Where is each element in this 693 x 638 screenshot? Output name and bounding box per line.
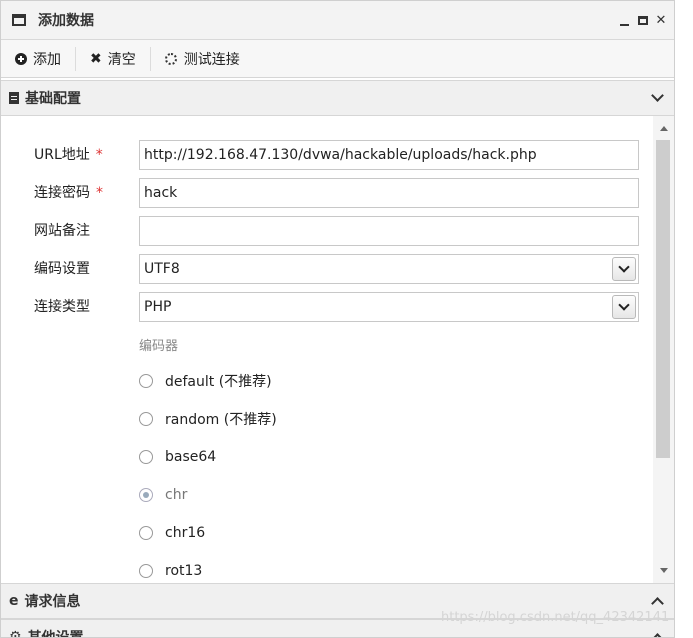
add-data-window: 添加数据 ✕ 添加 ✖ 清空 测试连接 基础配置 URL地址 * http://… xyxy=(0,0,675,638)
title-bar: 添加数据 ✕ xyxy=(1,1,674,40)
watermark: https://blog.csdn.net/qq_42342141 xyxy=(441,610,670,625)
basic-config-panel: URL地址 * http://192.168.47.130/dvwa/hackab… xyxy=(1,116,653,583)
close-button[interactable]: ✕ xyxy=(654,13,668,28)
radio-button[interactable] xyxy=(139,374,153,388)
chevron-down-icon[interactable] xyxy=(612,257,636,281)
required-mark: * xyxy=(95,147,103,163)
encoder-option-chr[interactable]: chr xyxy=(139,483,187,507)
note-input[interactable] xyxy=(139,216,639,246)
encoder-option-label: rot13 xyxy=(165,563,203,579)
password-row: 连接密码 * hack xyxy=(1,178,653,208)
chevron-down-icon[interactable] xyxy=(612,295,636,319)
radio-button[interactable] xyxy=(139,450,153,464)
encoding-value: UTF8 xyxy=(144,261,180,277)
encoding-label: 编码设置 xyxy=(34,261,90,277)
encoder-option-base64[interactable]: base64 xyxy=(139,445,216,469)
plus-circle-icon xyxy=(15,52,27,65)
section-title-request: 请求信息 xyxy=(24,594,81,610)
section-title-basic: 基础配置 xyxy=(25,91,81,107)
type-label: 连接类型 xyxy=(34,299,90,315)
encoder-option-label: default (不推荐) xyxy=(165,374,272,390)
encoder-option-label: random (不推荐) xyxy=(165,412,277,428)
clear-button-label: 清空 xyxy=(107,51,136,68)
encoder-option-label: chr xyxy=(165,487,188,503)
encoder-option-default[interactable]: default (不推荐) xyxy=(139,369,272,393)
section-title-other: 其他设置 xyxy=(27,630,84,638)
note-label: 网站备注 xyxy=(34,223,90,239)
test-connection-button[interactable]: 测试连接 xyxy=(151,40,254,77)
encoding-select[interactable]: UTF8 xyxy=(139,254,639,284)
test-connection-label: 测试连接 xyxy=(183,51,240,68)
url-label: URL地址 * xyxy=(34,147,103,163)
scroll-down-icon[interactable] xyxy=(660,568,668,573)
url-row: URL地址 * http://192.168.47.130/dvwa/hackab… xyxy=(1,140,653,170)
url-input[interactable]: http://192.168.47.130/dvwa/hackable/uplo… xyxy=(139,140,639,170)
chevron-down-icon xyxy=(651,89,664,102)
scrollbar-thumb[interactable] xyxy=(656,140,670,458)
encoder-title: 编码器 xyxy=(139,339,179,354)
document-icon xyxy=(9,92,19,104)
close-icon: ✖ xyxy=(90,50,102,67)
background-strip xyxy=(675,0,693,638)
required-mark: * xyxy=(96,185,103,201)
radio-button[interactable] xyxy=(139,564,153,578)
radio-button[interactable] xyxy=(139,412,153,426)
window-title: 添加数据 xyxy=(38,13,94,29)
radio-button-checked[interactable] xyxy=(139,488,153,502)
type-row: 连接类型 PHP xyxy=(1,292,653,322)
encoder-option-chr16[interactable]: chr16 xyxy=(139,521,205,545)
gears-icon: ⚙ xyxy=(9,629,22,638)
ie-icon: e xyxy=(9,593,19,609)
chevron-up-icon xyxy=(651,633,664,637)
section-header-basic[interactable]: 基础配置 xyxy=(1,80,674,116)
maximize-button[interactable] xyxy=(638,15,648,25)
chevron-up-icon xyxy=(651,597,664,610)
encoder-option-label: base64 xyxy=(165,449,217,465)
password-input[interactable]: hack xyxy=(139,178,639,208)
clear-button[interactable]: ✖ 清空 xyxy=(76,40,150,77)
note-row: 网站备注 xyxy=(1,216,653,246)
encoder-option-label: chr16 xyxy=(165,525,206,541)
encoder-option-rot13[interactable]: rot13 xyxy=(139,559,202,583)
window-controls: ✕ xyxy=(618,1,668,39)
encoder-option-random[interactable]: random (不推荐) xyxy=(139,407,277,431)
password-label: 连接密码 * xyxy=(34,185,103,201)
add-button[interactable]: 添加 xyxy=(1,40,75,77)
scroll-up-icon[interactable] xyxy=(660,126,668,131)
window-icon xyxy=(12,14,26,26)
type-select[interactable]: PHP xyxy=(139,292,639,322)
type-value: PHP xyxy=(144,299,172,315)
add-button-label: 添加 xyxy=(33,51,61,68)
radio-button[interactable] xyxy=(139,526,153,540)
toolbar: 添加 ✖ 清空 测试连接 xyxy=(1,40,674,78)
encoding-row: 编码设置 UTF8 xyxy=(1,254,653,284)
panel-scrollbar[interactable] xyxy=(653,116,674,583)
spinner-icon xyxy=(164,52,177,65)
